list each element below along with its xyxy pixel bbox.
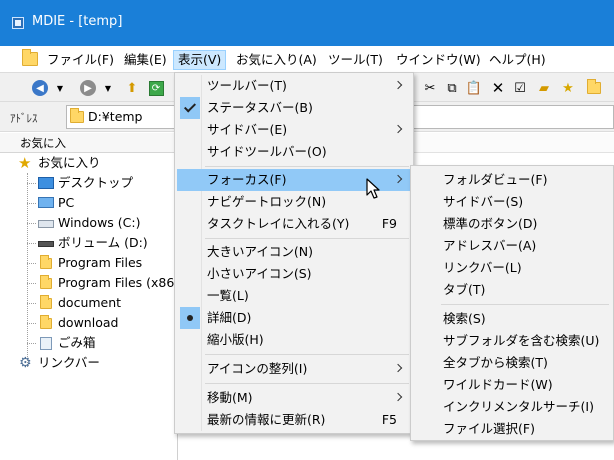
- radio-bullet-icon: [187, 315, 193, 321]
- shortcut-label: F9: [381, 216, 397, 231]
- forward-icon[interactable]: ▶: [78, 78, 98, 98]
- menu-item-details[interactable]: 詳細(D): [177, 307, 411, 329]
- desktop-icon: [38, 177, 54, 189]
- delete-icon[interactable]: ✕: [488, 78, 508, 98]
- tree-connector: [27, 343, 36, 344]
- recycle-bin-icon: [40, 337, 52, 350]
- menu-help[interactable]: ヘルプ(H): [485, 50, 550, 70]
- submenu-item-incremental-search[interactable]: インクリメンタルサーチ(I): [413, 396, 611, 418]
- menu-item-side-toolbar[interactable]: サイドツールバー(O): [177, 141, 411, 163]
- folder-icon: [40, 295, 52, 309]
- submenu-item-sidebar[interactable]: サイドバー(S): [413, 191, 611, 213]
- paste-icon[interactable]: 📋: [464, 78, 484, 98]
- submenu-arrow-icon: [393, 124, 403, 134]
- submenu-item-folder-view[interactable]: フォルダビュー(F): [413, 169, 611, 191]
- menu-separator: [441, 304, 609, 305]
- submenu-arrow-icon: [393, 174, 403, 184]
- menu-item-toolbar[interactable]: ツールバー(T): [177, 75, 411, 97]
- menu-view[interactable]: 表示(V): [173, 50, 227, 70]
- submenu-item-search-all-tabs[interactable]: 全タブから検索(T): [413, 352, 611, 374]
- tree-connector: [27, 263, 36, 264]
- menu-file[interactable]: ファイル(F): [43, 50, 118, 70]
- pc-icon: [38, 197, 54, 208]
- gear-icon: ⚙: [19, 355, 32, 371]
- tree-connector: [27, 303, 36, 304]
- submenu-item-search[interactable]: 検索(S): [413, 308, 611, 330]
- tree-connector: [27, 323, 36, 324]
- favorite-add-icon[interactable]: ★: [558, 78, 578, 98]
- view-menu: ツールバー(T) ステータスバー(B) サイドバー(E) サイドツールバー(O)…: [174, 72, 414, 434]
- up-folder-icon[interactable]: ⬆: [122, 78, 142, 98]
- drive-icon: [38, 220, 54, 228]
- menu-item-sidebar[interactable]: サイドバー(E): [177, 119, 411, 141]
- submenu-item-address-bar[interactable]: アドレスバー(A): [413, 235, 611, 257]
- menu-item-move[interactable]: 移動(M): [177, 387, 411, 409]
- menu-window[interactable]: ウインドウ(W): [392, 50, 485, 70]
- title-bar[interactable]: MDIE - [temp]: [0, 0, 614, 46]
- pane-header[interactable]: お気に入: [0, 133, 178, 153]
- refresh-icon[interactable]: ⟳: [146, 78, 166, 98]
- new-folder-icon[interactable]: ▰: [534, 78, 554, 98]
- properties-icon[interactable]: ☑: [510, 78, 530, 98]
- focus-submenu: フォルダビュー(F) サイドバー(S) 標準のボタン(D) アドレスバー(A) …: [410, 165, 614, 441]
- folder-icon: [70, 108, 84, 123]
- submenu-item-link-bar[interactable]: リンクバー(L): [413, 257, 611, 279]
- menu-item-large-icons[interactable]: 大きいアイコン(N): [177, 241, 411, 263]
- menu-item-list[interactable]: 一覧(L): [177, 285, 411, 307]
- menu-tools[interactable]: ツール(T): [324, 50, 387, 70]
- menu-item-statusbar[interactable]: ステータスバー(B): [177, 97, 411, 119]
- menu-item-task-tray[interactable]: タスクトレイに入れる(Y) F9: [177, 213, 411, 235]
- submenu-arrow-icon: [393, 392, 403, 402]
- submenu-arrow-icon: [393, 80, 403, 90]
- menu-item-small-icons[interactable]: 小さいアイコン(S): [177, 263, 411, 285]
- back-icon[interactable]: ◀: [30, 78, 50, 98]
- submenu-item-file-select[interactable]: ファイル選択(F): [413, 418, 611, 440]
- app-icon: [12, 17, 24, 29]
- address-value[interactable]: D:¥temp: [88, 109, 143, 124]
- menu-item-refresh[interactable]: 最新の情報に更新(R) F5: [177, 409, 411, 431]
- tree-connector: [27, 223, 36, 224]
- folder-icon[interactable]: [22, 49, 38, 66]
- copy-icon[interactable]: ⧉: [442, 78, 462, 98]
- menu-separator: [205, 166, 409, 167]
- cut-icon[interactable]: ✂: [420, 78, 440, 98]
- submenu-item-tabs[interactable]: タブ(T): [413, 279, 611, 301]
- menu-separator: [205, 383, 409, 384]
- tree-connector: [27, 203, 36, 204]
- star-icon: ★: [18, 154, 32, 172]
- tree-connector: [27, 283, 36, 284]
- submenu-item-standard-buttons[interactable]: 標準のボタン(D): [413, 213, 611, 235]
- address-label: ｱﾄﾞﾚｽ: [10, 112, 38, 125]
- window-title: MDIE - [temp]: [32, 14, 123, 29]
- shortcut-label: F5: [381, 412, 397, 427]
- folder-icon: [40, 315, 52, 329]
- folder-tree-pane: お気に入 ★ お気に入り デスクトップ PC Windows (C:) ボリュー…: [0, 133, 179, 460]
- submenu-item-wildcard[interactable]: ワイルドカード(W): [413, 374, 611, 396]
- menu-separator: [205, 354, 409, 355]
- submenu-arrow-icon: [393, 363, 403, 373]
- forward-dropdown-icon[interactable]: ▼: [102, 78, 114, 98]
- submenu-item-search-subfolders[interactable]: サブフォルダを含む検索(U): [413, 330, 611, 352]
- menu-item-thumbnails[interactable]: 縮小版(H): [177, 329, 411, 351]
- folder-icon: [40, 255, 52, 269]
- drive-icon: [38, 241, 54, 247]
- menu-item-arrange-icons[interactable]: アイコンの整列(I): [177, 358, 411, 380]
- menu-bar: ファイル(F) 編集(E) 表示(V) お気に入り(A) ツール(T) ウインド…: [0, 46, 614, 72]
- tree-connector: [27, 183, 36, 184]
- folder-icon: [40, 275, 52, 289]
- back-dropdown-icon[interactable]: ▼: [54, 78, 66, 98]
- menu-favorites[interactable]: お気に入り(A): [232, 50, 321, 70]
- folder-icon[interactable]: [584, 78, 604, 98]
- menu-separator: [205, 238, 409, 239]
- menu-edit[interactable]: 編集(E): [120, 50, 171, 70]
- mouse-cursor-icon: [366, 178, 380, 199]
- tree-connector: [27, 243, 36, 244]
